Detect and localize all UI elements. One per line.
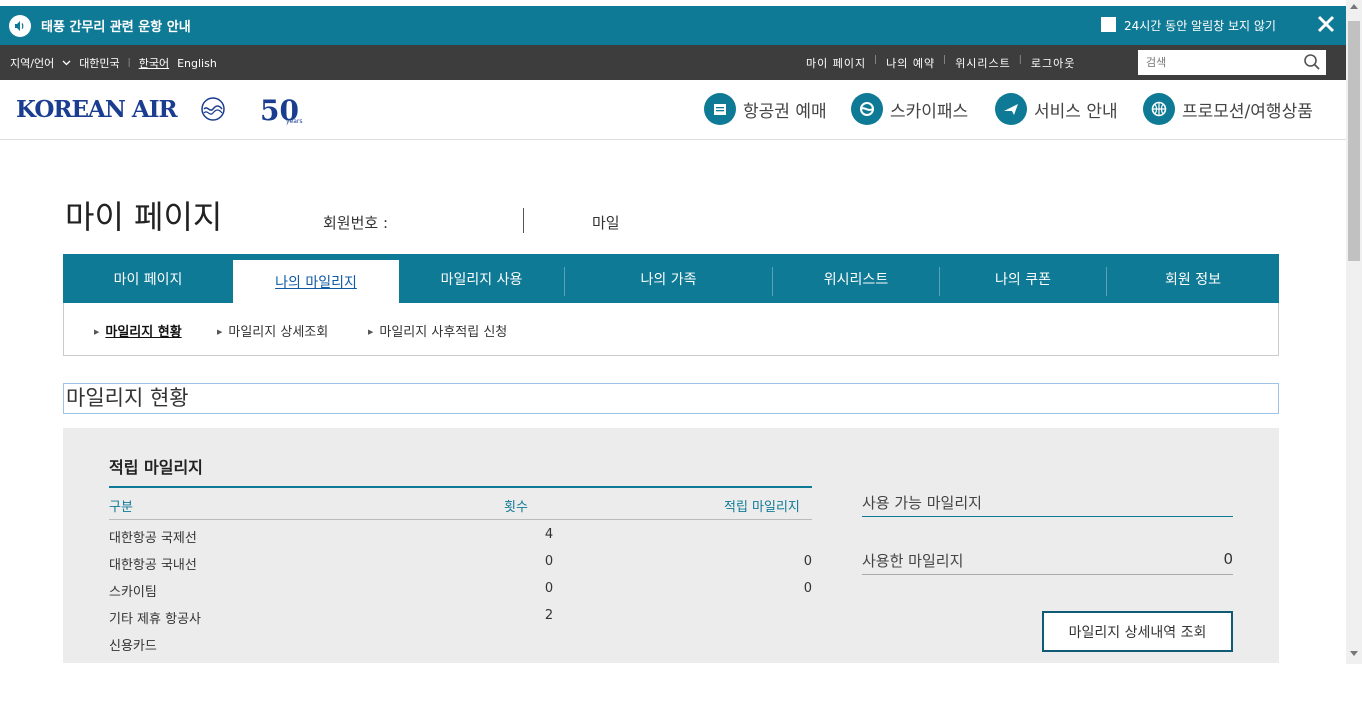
divider <box>862 516 1233 517</box>
used-mileage-value: 0 <box>1223 550 1233 568</box>
search-box <box>1138 50 1326 75</box>
search-icon[interactable] <box>1303 53 1321 71</box>
main-header: KOREAN AIR 50 years 항공권 예매 스카이패스 서비스 안내 … <box>0 80 1346 140</box>
util-link-reservations[interactable]: 나의 예약 <box>886 55 935 71</box>
divider: | <box>127 58 131 68</box>
gnb-item-service[interactable]: 서비스 안내 <box>995 93 1118 125</box>
divider <box>523 208 524 233</box>
divider <box>862 574 1233 575</box>
column-header-miles: 적립 마일리지 <box>724 500 800 515</box>
divider: | <box>1018 55 1023 65</box>
tab-mypage[interactable]: 마이 페이지 <box>63 254 233 303</box>
gnb-label: 프로모션/여행상품 <box>1182 101 1313 122</box>
sub-navigation: ▶ 마일리지 현황 ▶ 마일리지 상세조회 ▶ 마일리지 사후적립 신청 <box>63 303 1279 356</box>
korean-air-logo[interactable]: KOREAN AIR <box>16 96 178 123</box>
page-title: 마이 페이지 <box>65 198 223 236</box>
column-header-category: 구분 <box>109 500 133 515</box>
gnb-item-promotion[interactable]: 프로모션/여행상품 <box>1143 93 1313 125</box>
mileage-label: 마일 <box>592 214 620 232</box>
subnav-mileage-status[interactable]: ▶ 마일리지 현황 <box>94 321 182 340</box>
accrual-title: 적립 마일리지 <box>109 458 203 477</box>
fifty-years-badge: 50 years <box>258 94 306 128</box>
taeguk-emblem-icon <box>201 97 225 121</box>
globe-icon <box>1143 93 1175 125</box>
used-mileage-label: 사용한 마일리지 <box>862 552 964 570</box>
notice-bar: 태풍 간무리 관련 운항 안내 24시간 동안 알림창 보지 않기 <box>0 6 1346 45</box>
page-root: 태풍 간무리 관련 운항 안내 24시간 동안 알림창 보지 않기 지역/언어 … <box>0 0 1362 702</box>
tab-member-info[interactable]: 회원 정보 <box>1107 254 1279 303</box>
gnb-label: 항공권 예매 <box>743 101 827 122</box>
lang-korean-link[interactable]: 한국어 <box>139 55 169 71</box>
speaker-icon <box>9 14 31 37</box>
table-row: 신용카드 <box>109 639 157 654</box>
airplane-icon <box>995 93 1027 125</box>
hide-notice-label[interactable]: 24시간 동안 알림창 보지 않기 <box>1124 17 1276 34</box>
util-link-wishlist[interactable]: 위시리스트 <box>955 55 1011 71</box>
scroll-up-icon[interactable] <box>1350 4 1358 9</box>
vertical-scrollbar[interactable] <box>1346 0 1362 664</box>
hide-notice-checkbox[interactable] <box>1101 17 1116 32</box>
utility-bar: 지역/언어 대한민국 | 한국어 English 마이 페이지 | 나의 예약 … <box>0 45 1346 80</box>
calendar-icon <box>704 93 736 125</box>
fifty-years-text: years <box>286 118 303 125</box>
table-row: 기타 제휴 항공사 2 <box>109 608 554 627</box>
subnav-mileage-detail[interactable]: ▶ 마일리지 상세조회 <box>217 321 328 340</box>
gnb-item-booking[interactable]: 항공권 예매 <box>704 93 827 125</box>
notice-message[interactable]: 태풍 간무리 관련 운항 안내 <box>41 16 191 35</box>
lang-english-link[interactable]: English <box>177 57 217 70</box>
section-title: 마일리지 현황 <box>63 383 1279 414</box>
search-input[interactable] <box>1138 50 1288 75</box>
tab-my-mileage[interactable]: 나의 마일리지 <box>233 260 399 303</box>
mileage-summary-panel: 적립 마일리지 구분 횟수 적립 마일리지 대한항공 국제선 4 대한항공 국내선… <box>63 428 1279 663</box>
scrollbar-thumb[interactable] <box>1348 21 1360 261</box>
divider: | <box>874 55 879 65</box>
table-row: 대한항공 국내선 0 0 <box>109 554 812 573</box>
tab-wishlist[interactable]: 위시리스트 <box>773 254 939 303</box>
gnb-label: 서비스 안내 <box>1034 101 1118 122</box>
triangle-right-icon: ▶ <box>368 328 374 336</box>
mileage-detail-button[interactable]: 마일리지 상세내역 조회 <box>1042 611 1233 652</box>
column-header-count: 횟수 <box>504 500 528 515</box>
region-language-selector[interactable]: 지역/언어 <box>10 55 54 71</box>
member-number-label: 회원번호 : <box>323 214 389 232</box>
util-link-logout[interactable]: 로그아웃 <box>1031 55 1075 71</box>
close-icon[interactable] <box>1314 12 1338 36</box>
chevron-down-icon <box>62 60 71 66</box>
mypage-tabs: 마이 페이지 나의 마일리지 마일리지 사용 나의 가족 위시리스트 나의 쿠폰… <box>63 254 1279 303</box>
triangle-right-icon: ▶ <box>217 328 223 336</box>
subnav-retro-claim[interactable]: ▶ 마일리지 사후적립 신청 <box>368 321 507 340</box>
triangle-right-icon: ▶ <box>94 328 100 336</box>
gnb-label: 스카이패스 <box>890 101 969 122</box>
util-link-mypage[interactable]: 마이 페이지 <box>806 55 866 71</box>
table-row: 스카이팀 0 0 <box>109 581 812 600</box>
gnb-item-skypass[interactable]: 스카이패스 <box>851 93 968 125</box>
country-label[interactable]: 대한민국 <box>79 55 119 71</box>
divider <box>109 486 812 488</box>
tab-my-coupon[interactable]: 나의 쿠폰 <box>940 254 1106 303</box>
divider <box>109 519 812 520</box>
tab-my-family[interactable]: 나의 가족 <box>565 254 772 303</box>
tab-mileage-use[interactable]: 마일리지 사용 <box>399 254 564 303</box>
divider: | <box>943 55 948 65</box>
table-row: 대한항공 국제선 4 <box>109 527 554 546</box>
scroll-down-icon[interactable] <box>1350 651 1358 656</box>
skypass-icon <box>851 93 883 125</box>
available-mileage-title: 사용 가능 마일리지 <box>862 494 982 512</box>
